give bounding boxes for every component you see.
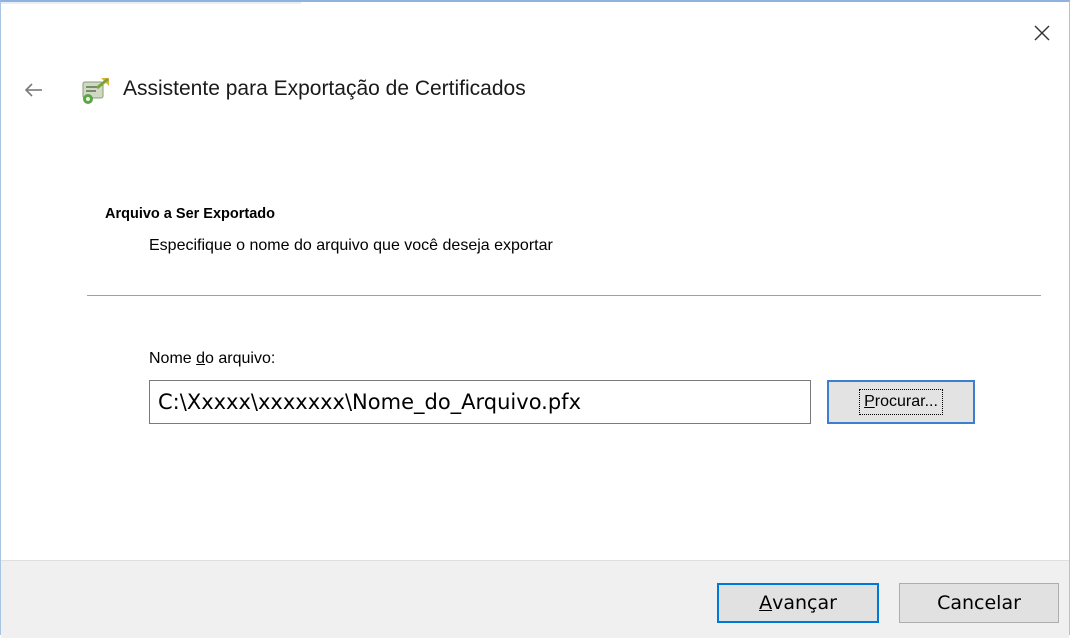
back-button[interactable] <box>19 76 49 104</box>
next-accel: A <box>759 592 773 614</box>
footer-bar: Avançar Cancelar <box>1 560 1069 638</box>
file-name-input[interactable] <box>149 380 811 424</box>
file-name-label: Nome do arquivo: <box>149 350 275 368</box>
back-arrow-icon <box>24 83 42 97</box>
file-name-label-part1: Nome <box>149 350 197 367</box>
file-name-label-accel: d <box>196 350 206 367</box>
browse-accel: P <box>864 393 875 410</box>
section-description: Especifique o nome do arquivo que você d… <box>149 237 553 254</box>
section-heading: Arquivo a Ser Exportado <box>105 206 276 222</box>
close-icon <box>1034 25 1050 41</box>
next-button[interactable]: Avançar <box>717 583 879 623</box>
file-name-label-part2: o arquivo: <box>205 350 276 367</box>
cancel-button[interactable]: Cancelar <box>899 583 1059 623</box>
window-top-edge <box>1 2 301 4</box>
close-button[interactable] <box>1025 16 1059 50</box>
export-wizard-window: Assistente para Exportação de Certificad… <box>0 0 1070 638</box>
browse-button-label: Procurar... <box>859 389 943 415</box>
wizard-title: Assistente para Exportação de Certificad… <box>123 77 526 100</box>
certificate-wizard-icon <box>82 77 109 104</box>
browse-rest: rocurar... <box>874 393 938 410</box>
divider <box>87 295 1041 296</box>
next-rest: vançar <box>772 592 837 614</box>
browse-button[interactable]: Procurar... <box>827 380 975 424</box>
